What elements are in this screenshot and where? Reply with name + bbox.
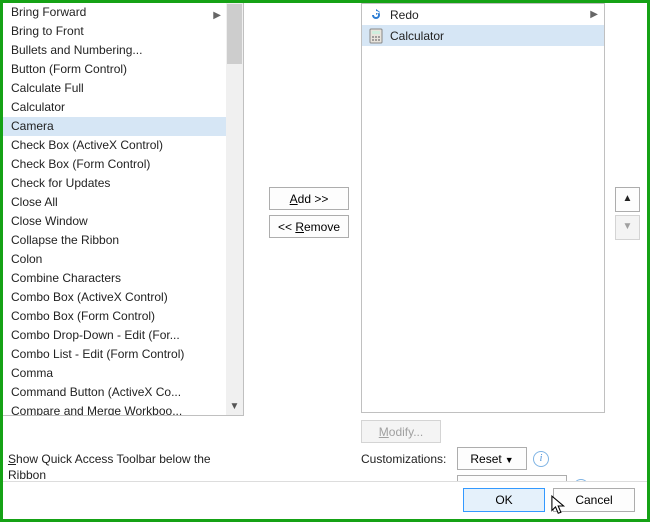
list-item[interactable]: Check Box (Form Control) — [3, 155, 243, 174]
list-item[interactable]: Comma — [3, 364, 243, 383]
list-item[interactable]: Combo Drop-Down - Edit (For... — [3, 326, 243, 345]
list-item[interactable]: Button (Form Control) — [3, 60, 243, 79]
list-item-label: Redo — [390, 8, 419, 22]
list-item[interactable]: Calculator — [362, 25, 604, 46]
list-item[interactable]: Check for Updates — [3, 174, 243, 193]
reset-button[interactable]: Reset▼ — [457, 447, 527, 470]
list-item-label: Calculator — [390, 29, 444, 43]
scrollbar[interactable]: ▼ — [226, 3, 243, 415]
move-up-button[interactable]: ▲ — [615, 187, 640, 212]
submenu-arrow-icon: ▶ — [590, 9, 598, 20]
list-item[interactable]: Close Window — [3, 212, 243, 231]
calculator-icon — [368, 28, 384, 44]
list-item[interactable]: Combo Box (Form Control) — [3, 307, 243, 326]
scroll-thumb[interactable] — [227, 4, 242, 64]
info-icon[interactable]: i — [533, 451, 549, 467]
list-item[interactable]: Bring Forward▶ — [3, 3, 243, 22]
list-item[interactable]: Command Button (ActiveX Co... — [3, 383, 243, 402]
list-item[interactable]: Bullets and Numbering... — [3, 41, 243, 60]
available-commands-list[interactable]: Bring Forward▶Bring to FrontBullets and … — [3, 3, 244, 416]
list-item[interactable]: Collapse the Ribbon — [3, 231, 243, 250]
dialog-button-bar: OK Cancel — [3, 481, 647, 519]
list-item[interactable]: Check Box (ActiveX Control) — [3, 136, 243, 155]
list-item[interactable]: Combo List - Edit (Form Control) — [3, 345, 243, 364]
list-item[interactable]: Calculator — [3, 98, 243, 117]
show-qat-below-ribbon-checkbox-label[interactable]: Show Quick Access Toolbar below the Ribb… — [8, 451, 238, 483]
list-item[interactable]: Redo ▶ — [362, 4, 604, 25]
add-button[interactable]: Add >> — [269, 187, 349, 210]
remove-button[interactable]: << Remove — [269, 215, 349, 238]
customizations-label: Customizations: — [361, 452, 446, 466]
list-item[interactable]: Combine Characters — [3, 269, 243, 288]
list-item[interactable]: Colon — [3, 250, 243, 269]
list-item[interactable]: Close All — [3, 193, 243, 212]
modify-button: Modify... — [361, 420, 441, 443]
list-item[interactable]: Calculate Full — [3, 79, 243, 98]
ok-button[interactable]: OK — [463, 488, 545, 512]
toolbar-commands-list[interactable]: Redo ▶ Calculator — [361, 3, 605, 413]
scroll-down-button[interactable]: ▼ — [227, 398, 242, 415]
redo-icon — [368, 7, 384, 23]
list-item[interactable]: Combo Box (ActiveX Control) — [3, 288, 243, 307]
move-down-button: ▼ — [615, 215, 640, 240]
list-item[interactable]: Compare and Merge Workboo... — [3, 402, 243, 416]
list-item[interactable]: Camera — [3, 117, 243, 136]
cancel-button[interactable]: Cancel — [553, 488, 635, 512]
list-item[interactable]: Bring to Front — [3, 22, 243, 41]
